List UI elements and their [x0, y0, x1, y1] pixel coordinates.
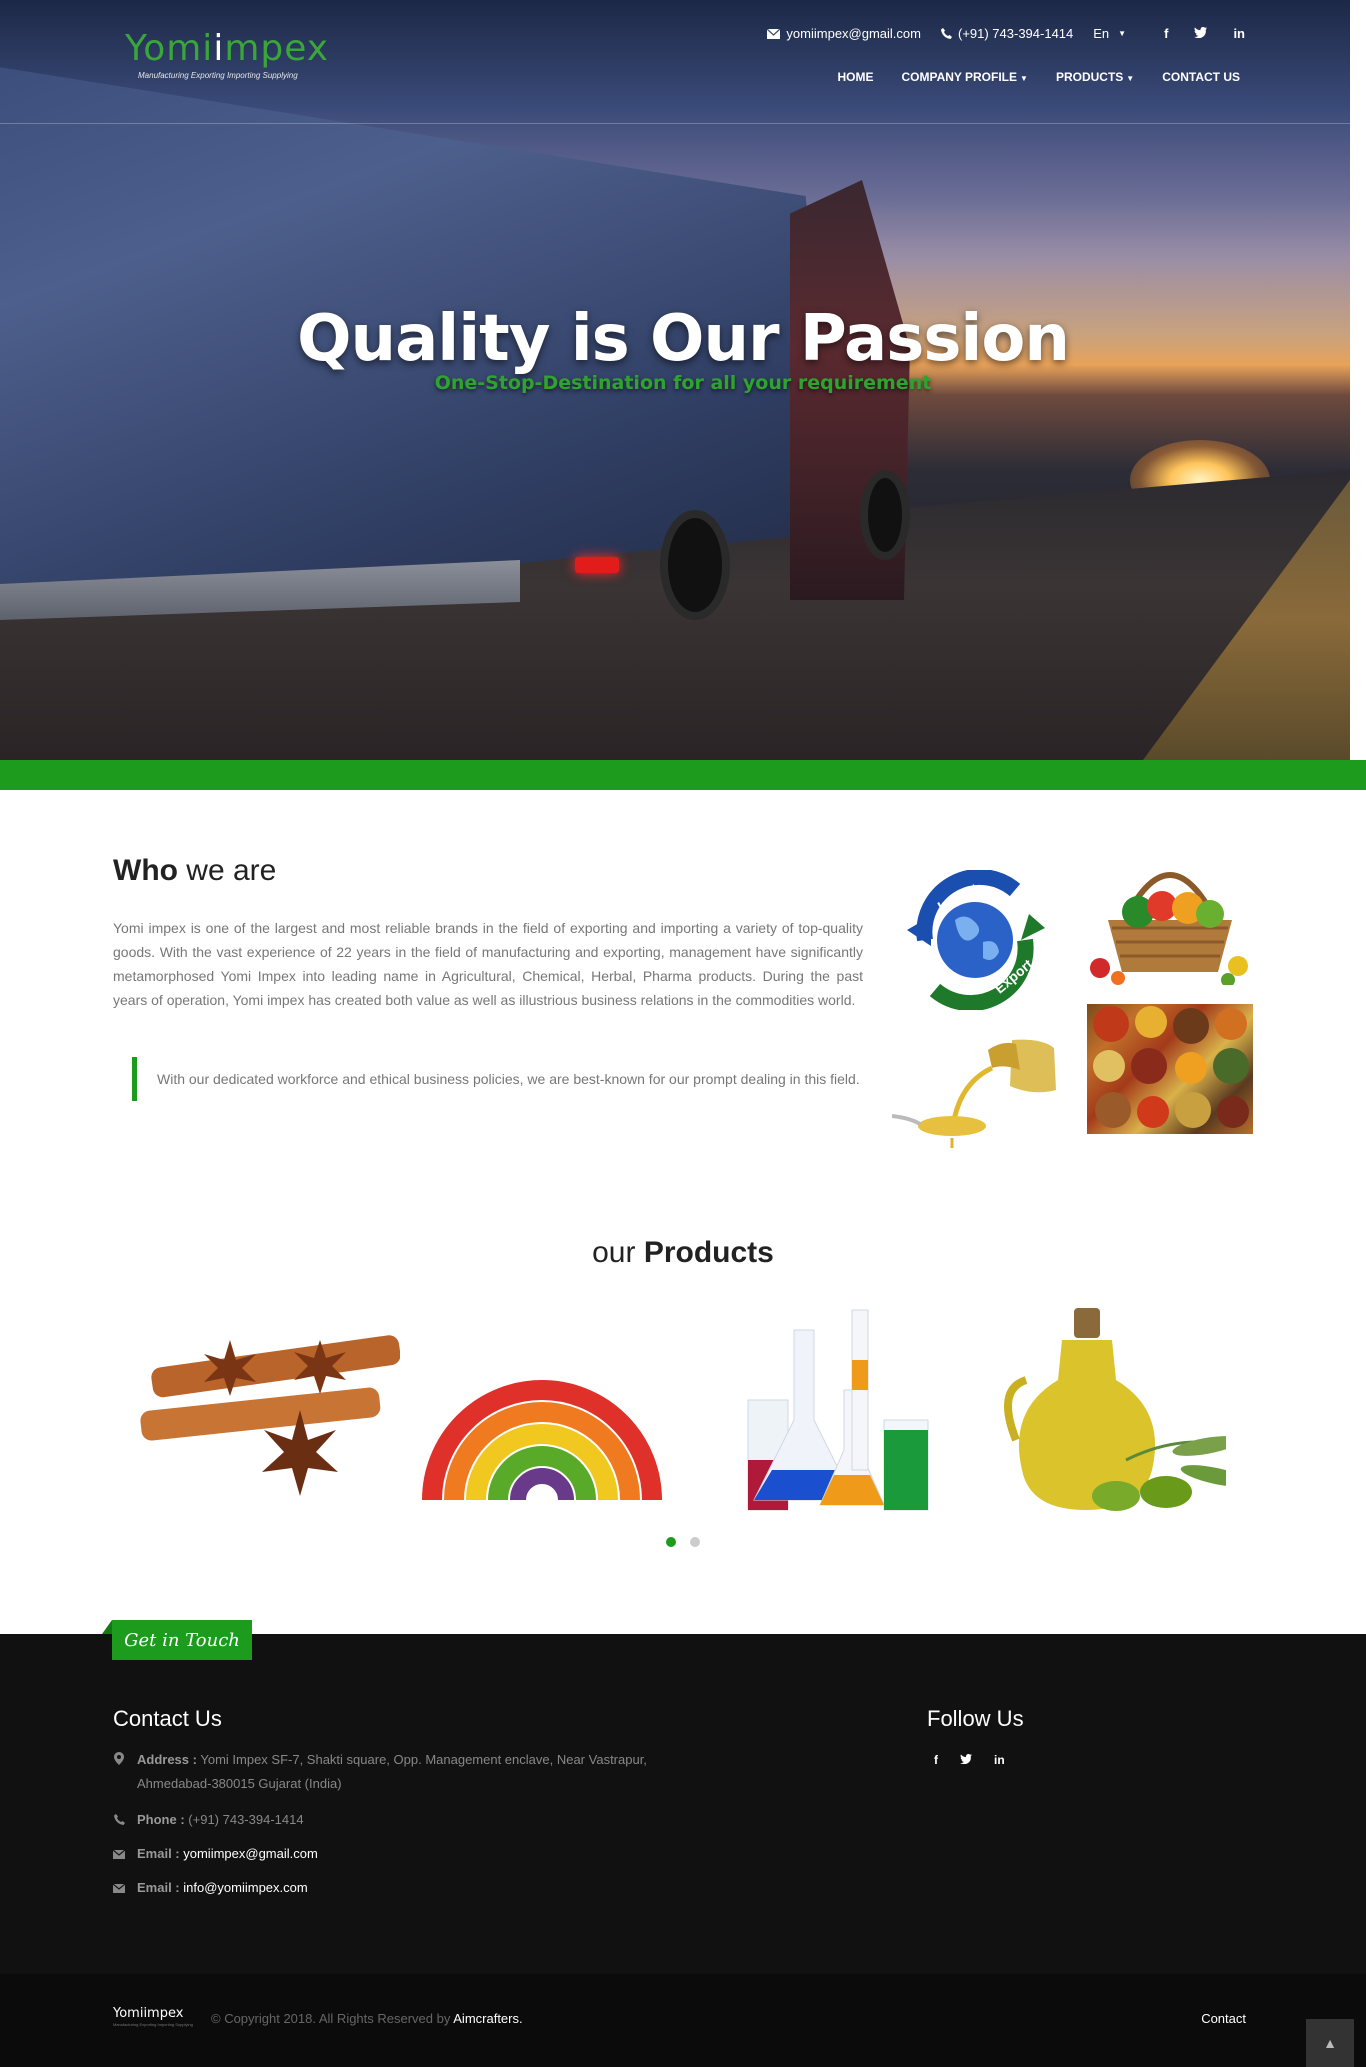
- footer-email-1-text: Email : yomiimpex@gmail.com: [137, 1846, 318, 1861]
- header-phone-text: (+91) 743-394-1414: [957, 26, 1074, 41]
- hero-title: Quality is Our Passion: [297, 302, 1070, 376]
- twitter-icon[interactable]: [1194, 26, 1208, 41]
- product-card-star-anise[interactable]: [140, 1300, 400, 1530]
- site-logo[interactable]: Yomiimpex Manufacturing Exporting Import…: [125, 28, 329, 80]
- follow-us-heading: Follow Us: [927, 1706, 1024, 1731]
- nav-company-profile-label: COMPANY PROFILE: [901, 70, 1018, 84]
- chevron-up-icon: ▲: [1323, 2035, 1337, 2051]
- logo-tagline: Manufacturing Exporting Importing Supply…: [138, 71, 298, 80]
- chevron-down-icon: ▼: [1118, 29, 1127, 38]
- footer-phone-text: Phone : (+91) 743-394-1414: [137, 1812, 304, 1827]
- footer-email-1-link[interactable]: yomiimpex@gmail.com: [183, 1846, 318, 1861]
- nav-products-label: PRODUCTS: [1055, 70, 1124, 84]
- language-value: En: [1093, 26, 1110, 41]
- main-nav: HOME COMPANY PROFILE ▼ PRODUCTS ▼ CONTACT …: [837, 70, 1240, 84]
- footer-address-text: Address : Yomi Impex SF-7, Shakti square…: [137, 1752, 647, 1791]
- contact-strip: yomiimpex@gmail.com (+91) 743-394-1414 E…: [767, 26, 1245, 41]
- site-footer: [0, 1634, 1366, 1974]
- get-in-touch-tab: Get in Touch: [102, 1620, 252, 1660]
- linkedin-icon[interactable]: in: [1233, 26, 1245, 41]
- accent-band: [0, 760, 1366, 790]
- footer-email-2-text: Email : info@yomiimpex.com: [137, 1880, 308, 1895]
- footer-logo-tagline: Manufacturing Exporting Importing Supply…: [113, 2022, 193, 2027]
- hero-subtitle: One-Stop-Destination for all your requir…: [434, 372, 932, 394]
- envelope-icon: [112, 1842, 126, 1867]
- products-carousel[interactable]: [140, 1300, 1260, 1530]
- who-we-are-body: Yomi impex is one of the largest and mos…: [113, 920, 863, 1008]
- map-marker-icon: [113, 1748, 125, 1796]
- phone-icon: [940, 28, 952, 39]
- copyright-text: © Copyright 2018. All Rights Reserved by…: [211, 2011, 523, 2026]
- scroll-to-top-button[interactable]: ▲: [1306, 2019, 1354, 2067]
- header-email[interactable]: yomiimpex@gmail.com: [767, 26, 921, 41]
- header-email-text: yomiimpex@gmail.com: [786, 26, 921, 41]
- logo-wordmark: Yomiimpex: [125, 28, 330, 69]
- facebook-icon[interactable]: f: [1164, 26, 1168, 41]
- footer-contact-link[interactable]: Contact: [1201, 2011, 1246, 2026]
- envelope-icon: [112, 1876, 126, 1901]
- product-card-fruit-rainbow[interactable]: [412, 1300, 672, 1530]
- who-we-are-heading: Who we are: [113, 854, 277, 887]
- header-phone[interactable]: (+91) 743-394-1414: [940, 26, 1074, 41]
- nav-company-profile[interactable]: COMPANY PROFILE ▼: [901, 70, 1028, 84]
- chevron-down-icon: ▼: [1020, 74, 1028, 83]
- import-export-globe-image: Import Export: [895, 870, 1055, 1010]
- carousel-dot-2[interactable]: [690, 1537, 700, 1547]
- footer-email-1: Email : yomiimpex@gmail.com: [112, 1842, 673, 1867]
- nav-contact-us[interactable]: CONTACT US: [1162, 70, 1240, 84]
- product-card-olive-oil[interactable]: [966, 1300, 1226, 1530]
- vegetable-basket-image: [1090, 850, 1250, 985]
- language-select[interactable]: En ▼: [1093, 26, 1126, 41]
- products-heading: our Products: [592, 1236, 774, 1269]
- facebook-icon[interactable]: f: [934, 1753, 938, 1767]
- carousel-dot-1[interactable]: [666, 1537, 676, 1547]
- oil-pouring-image: [892, 1030, 1060, 1155]
- site-header: Yomiimpex Manufacturing Exporting Import…: [0, 0, 1350, 124]
- footer-email-2: Email : info@yomiimpex.com: [112, 1876, 673, 1901]
- author-link[interactable]: Aimcrafters.: [453, 2011, 522, 2026]
- truck-taillight: [575, 557, 619, 573]
- nav-products[interactable]: PRODUCTS ▼: [1056, 70, 1134, 84]
- chevron-down-icon: ▼: [1126, 74, 1135, 83]
- truck-wheel: [860, 470, 910, 560]
- carousel-pagination: [0, 1537, 1366, 1547]
- linkedin-icon[interactable]: in: [994, 1753, 1005, 1767]
- contact-us-heading: Contact Us: [113, 1706, 222, 1731]
- envelope-icon: [767, 28, 781, 39]
- header-social-links: f in: [1164, 26, 1245, 41]
- twitter-icon[interactable]: [960, 1753, 972, 1767]
- nav-home[interactable]: HOME: [837, 70, 873, 84]
- who-we-are-quote: With our dedicated workforce and ethical…: [132, 1057, 862, 1101]
- footer-social-links: f in: [934, 1753, 1005, 1767]
- footer-logo[interactable]: Yomiimpex: [113, 2006, 183, 2021]
- footer-address: Address : Yomi Impex SF-7, Shakti square…: [113, 1748, 673, 1796]
- footer-phone: Phone : (+91) 743-394-1414: [113, 1808, 673, 1833]
- spices-image: [1087, 1004, 1253, 1134]
- footer-email-2-link[interactable]: info@yomiimpex.com: [183, 1880, 307, 1895]
- bottom-bar: [0, 1974, 1366, 2067]
- product-card-chemicals[interactable]: [684, 1300, 944, 1530]
- truck-wheel: [660, 510, 730, 620]
- phone-icon: [113, 1808, 125, 1833]
